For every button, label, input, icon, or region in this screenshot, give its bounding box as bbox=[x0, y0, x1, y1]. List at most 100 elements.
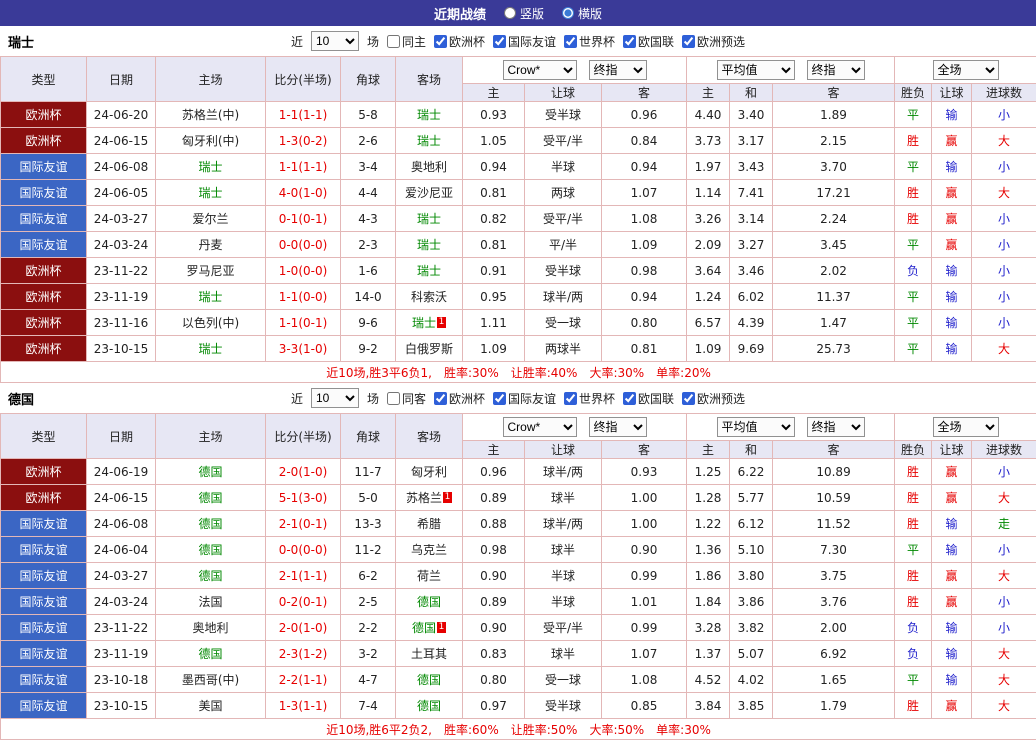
team-label: 德国 bbox=[198, 465, 223, 479]
cell-corners: 11-2 bbox=[340, 536, 396, 563]
competition-filter[interactable]: 国际友谊 bbox=[493, 33, 556, 50]
team-label: 德国 bbox=[198, 491, 223, 505]
team-label: 白俄罗斯 bbox=[404, 342, 453, 356]
competition-filter-checkbox[interactable] bbox=[682, 391, 696, 405]
competition-filter-checkbox[interactable] bbox=[433, 391, 447, 405]
col-header-corner: 角球 bbox=[340, 413, 396, 459]
cell-asia-home: 0.91 bbox=[462, 257, 525, 284]
cell-euro-home: 1.25 bbox=[686, 458, 731, 485]
cell-asia-home: 0.88 bbox=[462, 510, 525, 537]
team-label: 美国 bbox=[198, 699, 223, 713]
competition-filter[interactable]: 欧洲杯 bbox=[433, 33, 485, 50]
cell-asia-home: 0.94 bbox=[462, 153, 525, 180]
asia-stage-select[interactable]: 终指 bbox=[588, 60, 647, 80]
cell-score: 2-1(1-1) bbox=[265, 562, 341, 589]
bookmaker-select[interactable]: Crow* bbox=[502, 417, 577, 437]
euro-source-select[interactable]: 平均值 bbox=[716, 417, 795, 437]
same-venue-filter-checkbox[interactable] bbox=[386, 391, 400, 405]
competition-filter[interactable]: 世界杯 bbox=[564, 33, 615, 50]
cell-date: 24-03-27 bbox=[86, 562, 156, 589]
same-venue-filter-checkbox[interactable] bbox=[386, 34, 400, 48]
cell-result-goals: 小 bbox=[971, 205, 1036, 232]
recent-count-select[interactable]: 10 bbox=[310, 388, 359, 408]
sub-header-0: 主 bbox=[462, 440, 525, 459]
competition-filter-checkbox[interactable] bbox=[493, 34, 506, 48]
cell-asia-handicap: 受半球 bbox=[524, 257, 602, 284]
same-venue-filter[interactable]: 同客 bbox=[386, 390, 426, 407]
scope-select[interactable]: 全场 bbox=[932, 60, 999, 80]
cell-result-outcome: 胜 bbox=[894, 588, 933, 615]
competition-filter-checkbox[interactable] bbox=[493, 391, 506, 405]
cell-score: 1-3(0-2) bbox=[265, 127, 341, 154]
sub-header-0: 主 bbox=[462, 83, 525, 102]
same-venue-filter[interactable]: 同主 bbox=[386, 33, 426, 50]
asia-stage-select[interactable]: 终指 bbox=[588, 417, 647, 437]
cell-asia-away: 0.99 bbox=[600, 562, 688, 589]
euro-source-select[interactable]: 平均值 bbox=[716, 60, 795, 80]
scope-select[interactable]: 全场 bbox=[932, 417, 999, 437]
cell-result-outcome: 胜 bbox=[894, 458, 933, 485]
cell-asia-away: 1.09 bbox=[600, 231, 688, 258]
sub-header-3: 主 bbox=[686, 440, 731, 459]
competition-filter[interactable]: 欧洲预选 bbox=[682, 390, 745, 407]
competition-filter[interactable]: 国际友谊 bbox=[493, 390, 556, 407]
same-venue-filter-label: 同主 bbox=[401, 34, 426, 49]
vertical-layout-radio[interactable] bbox=[503, 7, 516, 19]
cell-result-outcome: 平 bbox=[894, 335, 933, 362]
cell-result-handicap: 赢 bbox=[931, 484, 973, 511]
cell-score: 2-2(1-1) bbox=[265, 666, 341, 693]
cell-result-handicap: 输 bbox=[931, 153, 973, 180]
bookmaker-select[interactable]: Crow* bbox=[502, 60, 577, 80]
cell-asia-away: 0.98 bbox=[600, 257, 688, 284]
cell-result-goals: 大 bbox=[971, 179, 1036, 206]
cell-result-handicap: 赢 bbox=[931, 458, 973, 485]
competition-filter-checkbox[interactable] bbox=[623, 34, 637, 48]
cell-euro-away: 7.30 bbox=[772, 536, 896, 563]
cell-euro-home: 4.52 bbox=[686, 666, 731, 693]
competition-filter-checkbox[interactable] bbox=[682, 34, 696, 48]
competition-filter-checkbox[interactable] bbox=[564, 34, 578, 48]
euro-odds-group: 平均值 终指 bbox=[686, 413, 896, 441]
competition-filter[interactable]: 欧国联 bbox=[623, 390, 674, 407]
sub-header-8: 进球数 bbox=[971, 83, 1036, 102]
competition-filter-checkbox[interactable] bbox=[564, 391, 578, 405]
cell-result-handicap: 赢 bbox=[931, 692, 973, 719]
sub-header-4: 和 bbox=[729, 83, 774, 102]
cell-result-goals: 小 bbox=[971, 153, 1036, 180]
cell-date: 24-03-27 bbox=[86, 205, 156, 232]
cell-date: 24-06-04 bbox=[86, 536, 156, 563]
cell-asia-home: 0.89 bbox=[462, 588, 525, 615]
cell-corners: 11-7 bbox=[340, 458, 396, 485]
cell-asia-home: 0.96 bbox=[462, 458, 525, 485]
recent-count-select[interactable]: 10 bbox=[310, 31, 359, 51]
match-row: 欧洲杯 24-06-15 德国 5-1(3-0) 5-0 苏格兰 1 0.89 球半 1.00 1.… bbox=[0, 484, 1036, 511]
competition-filter-label: 世界杯 bbox=[579, 34, 616, 49]
competition-filter[interactable]: 世界杯 bbox=[564, 390, 615, 407]
euro-stage-select[interactable]: 终指 bbox=[806, 60, 865, 80]
col-header-type: 类型 bbox=[0, 413, 87, 459]
sub-header-5: 客 bbox=[772, 83, 896, 102]
team-label: 苏格兰(中) bbox=[181, 108, 240, 122]
cell-euro-home: 1.22 bbox=[686, 510, 731, 537]
euro-stage-select[interactable]: 终指 bbox=[806, 417, 865, 437]
match-row: 国际友谊 24-06-08 德国 2-1(0-1) 13-3 希腊 0.88 球半/两 1.00… bbox=[0, 510, 1036, 537]
cell-result-outcome: 负 bbox=[894, 257, 933, 284]
competition-filter-checkbox[interactable] bbox=[433, 34, 447, 48]
cell-corners: 5-0 bbox=[340, 484, 396, 511]
cell-away-team: 瑞士 bbox=[395, 257, 463, 284]
red-card-badge: 1 bbox=[437, 317, 446, 328]
team-label: 德国 bbox=[411, 621, 436, 635]
sub-header-5: 客 bbox=[772, 440, 896, 459]
competition-filter[interactable]: 欧洲预选 bbox=[682, 33, 745, 50]
layout-option-vertical[interactable]: 竖版 bbox=[503, 5, 544, 22]
cell-asia-away: 0.81 bbox=[600, 335, 688, 362]
sections-container: 瑞士近 10 场同主 欧洲杯 国际友谊 世界杯 欧国联 欧洲预选 类型 日期 主场 比分(半场) 角球客… bbox=[0, 26, 1036, 740]
competition-filter[interactable]: 欧洲杯 bbox=[433, 390, 485, 407]
layout-option-horizontal[interactable]: 横版 bbox=[562, 5, 602, 22]
summary-stat: 单率:20% bbox=[656, 365, 711, 380]
competition-filter-checkbox[interactable] bbox=[623, 391, 637, 405]
cell-euro-draw: 3.40 bbox=[729, 101, 774, 128]
horizontal-layout-radio[interactable] bbox=[562, 7, 574, 19]
summary-cell: 近10场,胜3平6负1, 胜率:30% 让胜率:40% 大率:30% 单率:20% bbox=[0, 361, 1036, 383]
competition-filter[interactable]: 欧国联 bbox=[623, 33, 674, 50]
